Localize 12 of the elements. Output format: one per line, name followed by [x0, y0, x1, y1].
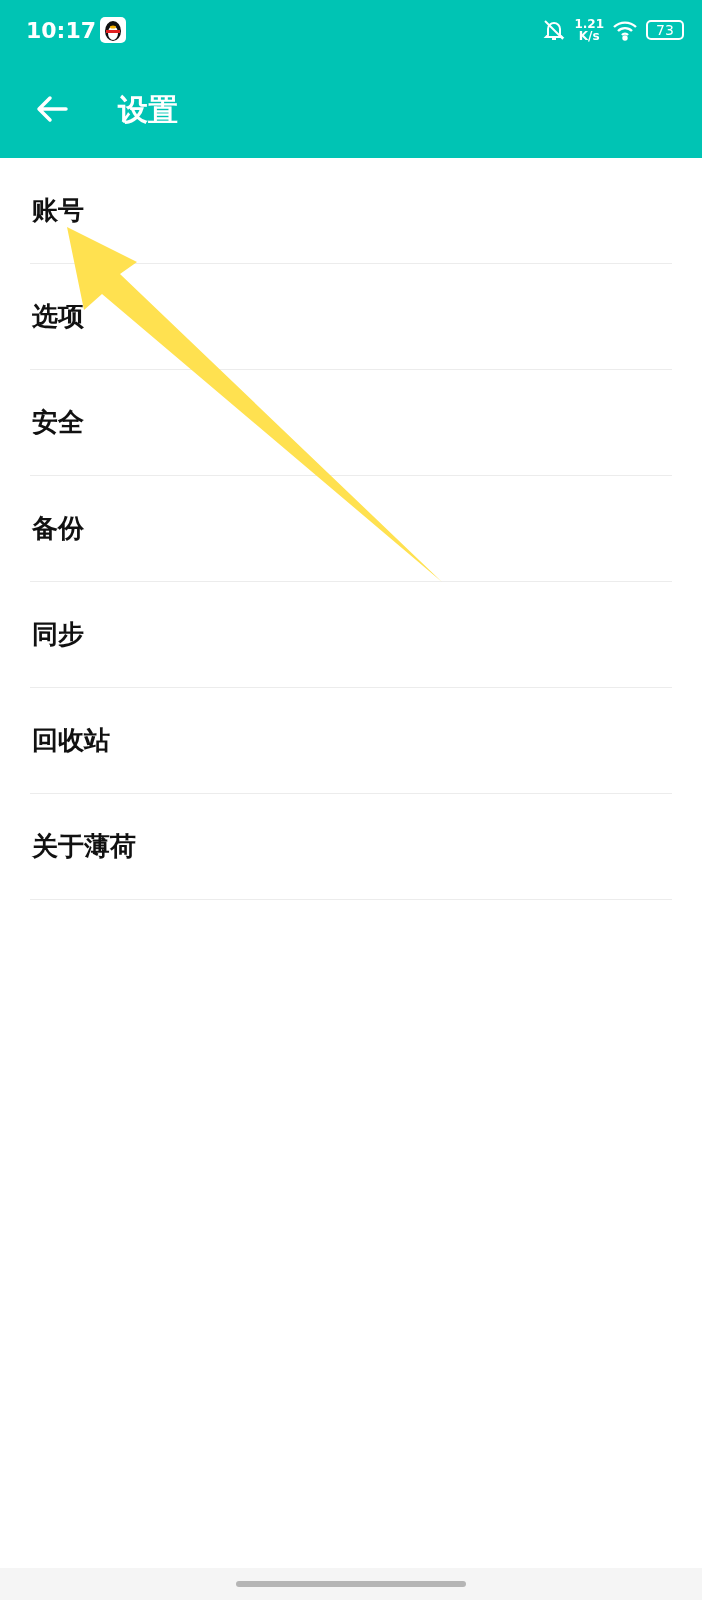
status-time: 10:17 [26, 16, 97, 45]
penguin-icon [100, 17, 127, 43]
page-title: 设置 [118, 90, 178, 129]
net-speed-unit: K/s [577, 30, 601, 42]
settings-item[interactable]: 关于薄荷 [30, 794, 672, 900]
battery-indicator: 73 [646, 20, 684, 40]
back-icon[interactable] [36, 95, 68, 123]
net-speed-value: 1.21 [574, 18, 604, 30]
wifi-icon [612, 19, 638, 41]
settings-item[interactable]: 同步 [30, 582, 672, 688]
mute-bell-icon [542, 18, 567, 42]
settings-item[interactable]: 回收站 [30, 688, 672, 794]
